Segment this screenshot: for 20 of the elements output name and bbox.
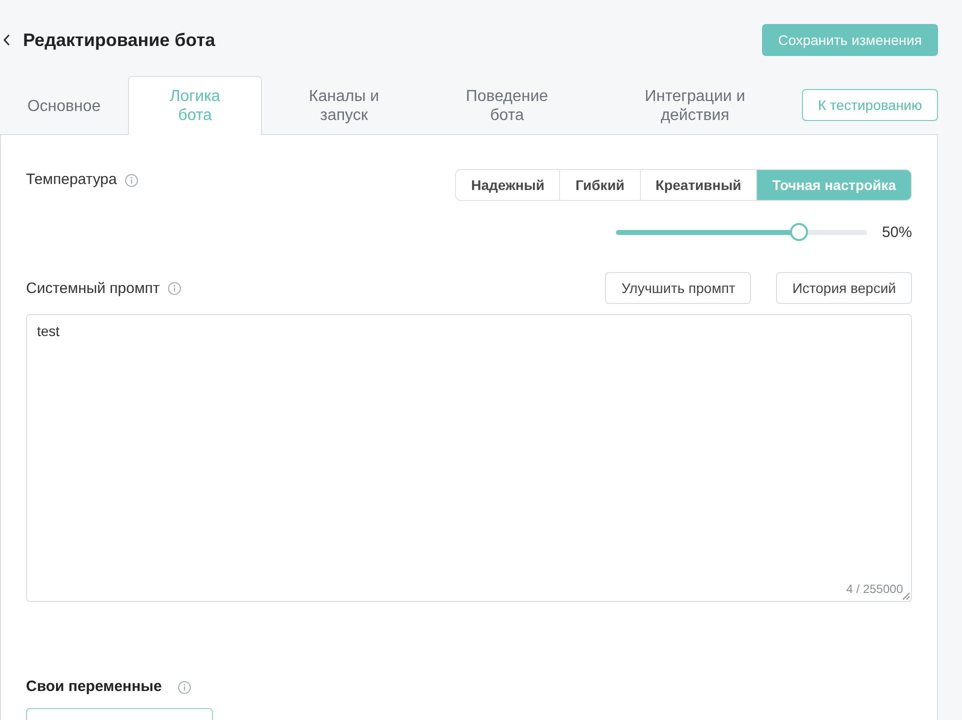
char-counter: 4 / 255000 [846,581,903,598]
temperature-slider[interactable] [616,222,867,242]
slider-thumb[interactable] [790,223,808,241]
prompt-field[interactable]: test 4 / 255000 [26,314,912,602]
tab[interactable]: Интеграции и действия [588,76,802,135]
page-title: Редактирование бота [23,30,216,50]
info-icon[interactable] [178,680,191,694]
info-icon[interactable] [124,174,138,186]
resize-handle-icon[interactable] [902,592,910,600]
prompt-button[interactable]: История версий [776,272,912,304]
info-icon[interactable] [168,282,181,295]
field-label: Температура [26,170,117,190]
tab[interactable]: Каналы и запуск [262,76,426,135]
section-label: Свои переменные [26,677,162,697]
prompt-button[interactable]: Улучшить промпт [605,272,752,304]
tab[interactable]: Основное [0,76,128,135]
back-icon[interactable] [3,34,10,46]
slider-value: 50% [882,224,912,240]
tab[interactable]: Поведение бота [426,76,588,135]
field-label: Системный промпт [26,278,160,298]
